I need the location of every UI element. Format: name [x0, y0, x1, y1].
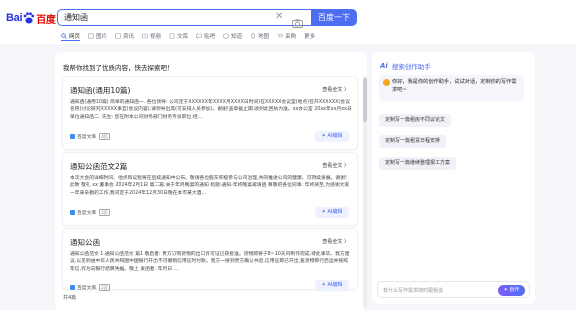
map-icon — [250, 33, 256, 39]
tab-video[interactable]: 视频 — [142, 31, 161, 41]
search-input-value: 通知函 — [64, 13, 88, 22]
card-snippet: 通知公函范文 1.通知公函范文 篇1 敬启者: 贵方订购货物的出口许可证已获批准… — [70, 252, 350, 272]
tab-more[interactable]: 更多 — [304, 31, 315, 41]
ai-edit-label: AI编辑 — [327, 209, 343, 215]
close-icon[interactable]: ✕ — [275, 11, 283, 22]
tab-label: 视频 — [150, 34, 162, 40]
sparkle-icon: ✦ — [321, 133, 326, 139]
page-count-badge: 2页 — [99, 209, 110, 216]
assistant-title: Ai 搜索创作助手 — [380, 61, 431, 71]
card-title[interactable]: 通知公函范文2篇 — [70, 161, 127, 172]
assistant-title-text: 搜索创作助手 — [391, 63, 431, 71]
result-card[interactable]: 通知公函 查看全文 〉 通知公函范文 1.通知公函范文 篇1 敬启者: 贵方订购… — [62, 228, 358, 291]
library-icon — [70, 285, 75, 290]
source-label: 百度文库 — [77, 286, 97, 291]
card-snippet: 本次大会的详细时间、地点和议程将在后续通知中公布。敬请各位股东积极参与公司治理,… — [70, 176, 350, 196]
tab-label: 知道 — [231, 34, 243, 40]
sparkle-icon: ✦ — [321, 282, 326, 288]
card-source: 百度文库 2页 — [70, 284, 110, 291]
view-all-link[interactable]: 查看全文 〉 — [322, 238, 349, 245]
tab-label: 资讯 — [123, 34, 135, 40]
ai-edit-button[interactable]: ✦ AI编辑 — [315, 131, 349, 142]
source-label: 百度文库 — [77, 211, 97, 216]
tab-label: 采购 — [285, 34, 297, 40]
suggestion-chip[interactable]: 定制写一篇继续整理报工方案 — [379, 157, 457, 170]
tab-map[interactable]: 地图 — [250, 31, 269, 41]
search-button[interactable]: 百度一下 — [311, 9, 357, 26]
tab-web[interactable]: 网页 — [61, 31, 81, 41]
card-source: 百度文库 2页 — [70, 209, 110, 216]
tab-images[interactable]: 图片 — [88, 31, 107, 41]
panel-title: 我帮你找到了优质内容，快去探索吧！ — [63, 64, 174, 72]
search-tabs: 网页 图片 资讯 视频 文库 贴吧 知道 地图 采购 更多 — [61, 31, 323, 41]
page-count-badge: 4页 — [99, 133, 110, 140]
tab-zhidao[interactable]: 知道 — [223, 31, 242, 41]
header: Bai 百度 通知函 ✕ 百度一下 网页 图片 资讯 视频 文库 贴吧 知道 地… — [0, 0, 576, 44]
scrollbar-thumb[interactable] — [363, 78, 367, 122]
create-button-label: 创作 — [509, 286, 520, 293]
image-icon — [88, 33, 94, 39]
tab-label: 文库 — [177, 34, 189, 40]
camera-icon[interactable] — [292, 13, 303, 28]
baidu-logo[interactable]: Bai 百度 — [6, 11, 56, 26]
result-card[interactable]: 通知函(通用10篇) 查看全文 〉 通知函(通用10篇) 简单的通知函一. 各位… — [62, 76, 358, 150]
sparkle-icon: ✦ — [321, 209, 326, 215]
video-icon — [142, 33, 148, 39]
source-label: 百度文库 — [77, 135, 97, 140]
tab-label: 贴吧 — [204, 34, 216, 40]
ai-edit-label: AI编辑 — [327, 282, 343, 288]
tab-news[interactable]: 资讯 — [115, 31, 134, 41]
assistant-avatar-icon — [383, 79, 390, 86]
tab-tieba[interactable]: 贴吧 — [196, 31, 215, 41]
greeting-text: 你好，我是你的创作助手，试试对话，定制你的写作需求吧~ — [392, 79, 517, 93]
library-icon — [70, 210, 75, 215]
suggestion-chip[interactable]: 定制写一篇租房不同议论文 — [379, 114, 452, 127]
results-scrollbar[interactable] — [363, 76, 367, 308]
logo-text-bai: Bai — [6, 12, 23, 24]
assistant-input-placeholder: 有什么写作需求随时跟我说 — [383, 288, 444, 294]
card-snippet: 通知函(通用10篇) 简单的通知函一. 各位领导: 公司定于XXXXXX年XXX… — [70, 100, 352, 120]
search-icon — [61, 32, 67, 39]
card-source: 百度文库 4页 — [70, 133, 110, 140]
sparkle-icon: ✦ — [503, 286, 508, 293]
tab-purchase[interactable]: 采购 — [277, 31, 296, 41]
view-all-link[interactable]: 查看全文 〉 — [322, 162, 349, 169]
ai-edit-label: AI编辑 — [327, 133, 343, 139]
paw-icon — [23, 12, 35, 24]
forum-icon — [196, 33, 202, 39]
cart-icon — [277, 33, 284, 39]
document-icon — [169, 33, 175, 39]
page-count-badge: 2页 — [99, 284, 110, 291]
card-title[interactable]: 通知函(通用10篇) — [70, 85, 130, 96]
tab-label: 更多 — [304, 34, 316, 40]
tab-library[interactable]: 文库 — [169, 31, 188, 41]
tab-label: 地图 — [258, 34, 270, 40]
assistant-input[interactable]: 有什么写作需求随时跟我说 ✦ 创作 — [377, 281, 530, 298]
result-card[interactable]: 通知公函范文2篇 查看全文 〉 本次大会的详细时间、地点和议程将在后续通知中公布… — [62, 152, 358, 226]
assistant-greeting: 你好，我是你的创作助手，试试对话，定制你的写作需求吧~ — [379, 75, 524, 101]
logo-text-cn: 百度 — [36, 14, 56, 26]
suggestion-chip[interactable]: 定制写一篇租赁日程安排 — [379, 135, 447, 148]
ai-edit-button[interactable]: ✦ AI编辑 — [315, 207, 349, 218]
tab-label: 网页 — [69, 33, 81, 40]
result-count: 共4篇 — [63, 295, 77, 301]
library-icon — [70, 134, 75, 139]
question-icon — [223, 33, 229, 39]
tab-label: 图片 — [96, 34, 108, 40]
ai-logo-icon: Ai — [380, 62, 388, 70]
card-title[interactable]: 通知公函 — [70, 237, 100, 248]
search-input[interactable]: 通知函 ✕ — [57, 9, 311, 28]
ai-edit-button[interactable]: ✦ AI编辑 — [315, 280, 349, 291]
view-all-link[interactable]: 查看全文 〉 — [322, 86, 349, 93]
news-icon — [115, 33, 121, 39]
create-button[interactable]: ✦ 创作 — [498, 284, 525, 296]
